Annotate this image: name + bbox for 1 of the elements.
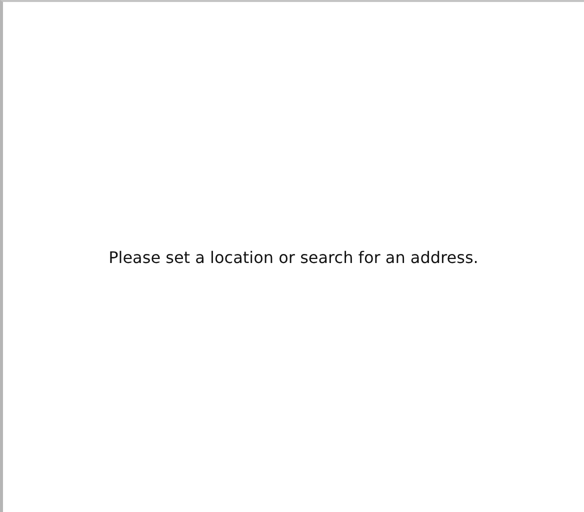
empty-message: Please set a location or search for an address. [108, 248, 478, 267]
